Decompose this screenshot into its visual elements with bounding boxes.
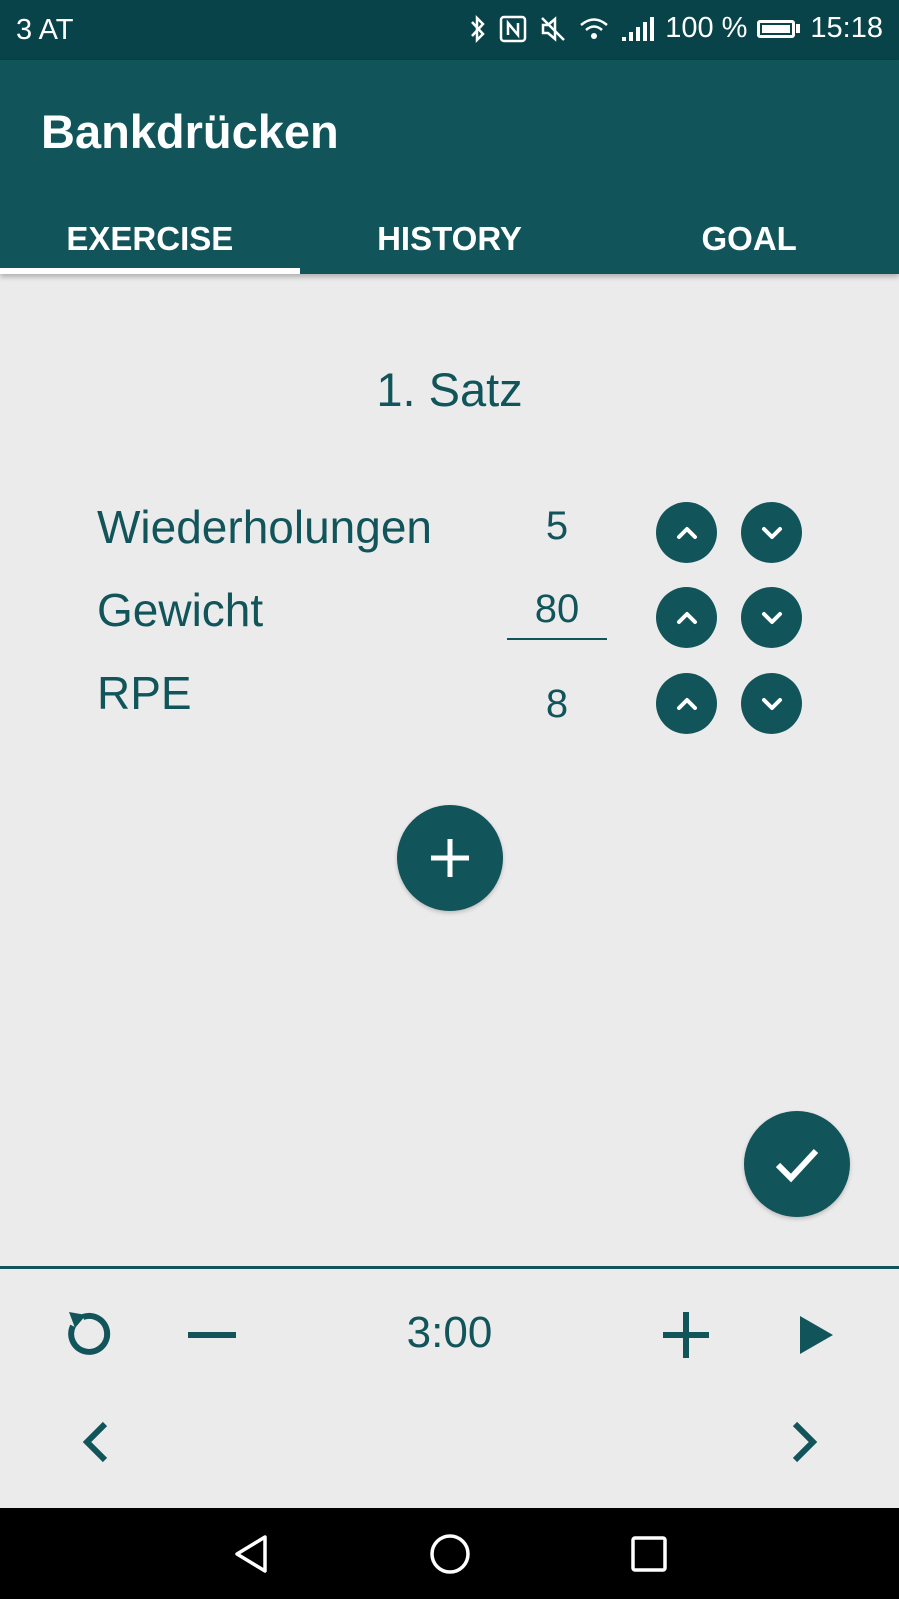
- reps-increase-button[interactable]: [656, 502, 717, 563]
- increase-timer-button[interactable]: [660, 1310, 712, 1360]
- chevron-down-icon: [761, 526, 782, 539]
- weight-input[interactable]: 80: [507, 587, 607, 640]
- check-icon: [775, 1148, 819, 1183]
- rpe-row: RPE 8: [0, 666, 899, 736]
- weight-decrease-button[interactable]: [741, 587, 802, 648]
- weight-increase-button[interactable]: [656, 587, 717, 648]
- tab-history[interactable]: HISTORY: [300, 210, 600, 274]
- reps-decrease-button[interactable]: [741, 502, 802, 563]
- page-title: Bankdrücken: [41, 105, 339, 158]
- timer-divider: [0, 1266, 899, 1269]
- signal-icon: [621, 16, 655, 42]
- battery-percent: 100 %: [665, 12, 748, 44]
- previous-set-button[interactable]: [70, 1414, 120, 1470]
- app-bar: Bankdrücken EXERCISE HISTORY GOAL: [0, 60, 899, 274]
- chevron-left-icon: [82, 1421, 108, 1463]
- chevron-up-icon: [676, 526, 697, 539]
- chevron-down-icon: [761, 697, 782, 710]
- nav-recents-button[interactable]: [621, 1526, 677, 1582]
- wifi-icon: [579, 16, 609, 42]
- confirm-button[interactable]: [744, 1111, 850, 1217]
- weight-label: Gewicht: [97, 584, 264, 636]
- tab-bar: EXERCISE HISTORY GOAL: [0, 210, 899, 274]
- tab-exercise[interactable]: EXERCISE: [0, 210, 300, 274]
- nav-home-button[interactable]: [422, 1526, 478, 1582]
- status-bar: 3 AT 100 % 15:18: [0, 0, 899, 60]
- carrier-label: 3 AT: [16, 14, 74, 46]
- rpe-label: RPE: [97, 667, 192, 719]
- system-nav-bar: [0, 1508, 899, 1599]
- chevron-up-icon: [676, 697, 697, 710]
- set-title: 1. Satz: [376, 363, 523, 416]
- reps-label: Wiederholungen: [97, 501, 433, 553]
- home-icon: [430, 1534, 470, 1574]
- start-timer-button[interactable]: [792, 1310, 840, 1360]
- add-set-button[interactable]: [397, 805, 503, 911]
- reps-value[interactable]: 5: [507, 504, 607, 549]
- chevron-down-icon: [761, 611, 782, 624]
- nav-back-button[interactable]: [224, 1526, 280, 1582]
- timer-display: 3:00: [406, 1308, 493, 1357]
- recents-icon: [631, 1536, 667, 1572]
- plus-icon: [663, 1312, 709, 1358]
- nfc-icon: [499, 15, 527, 43]
- plus-icon: [431, 839, 469, 877]
- mute-icon: [539, 15, 567, 43]
- rpe-decrease-button[interactable]: [741, 673, 802, 734]
- next-set-button[interactable]: [780, 1414, 830, 1470]
- bluetooth-icon: [469, 14, 487, 44]
- chevron-up-icon: [676, 611, 697, 624]
- weight-row: Gewicht 80: [0, 583, 899, 653]
- clock: 15:18: [810, 12, 883, 44]
- rpe-value[interactable]: 8: [507, 682, 607, 727]
- chevron-right-icon: [792, 1421, 818, 1463]
- play-icon: [800, 1316, 833, 1354]
- reps-row: Wiederholungen 5: [0, 500, 899, 570]
- tab-goal[interactable]: GOAL: [599, 210, 899, 274]
- rpe-increase-button[interactable]: [656, 673, 717, 734]
- battery-icon: [757, 19, 801, 38]
- back-icon: [235, 1535, 267, 1573]
